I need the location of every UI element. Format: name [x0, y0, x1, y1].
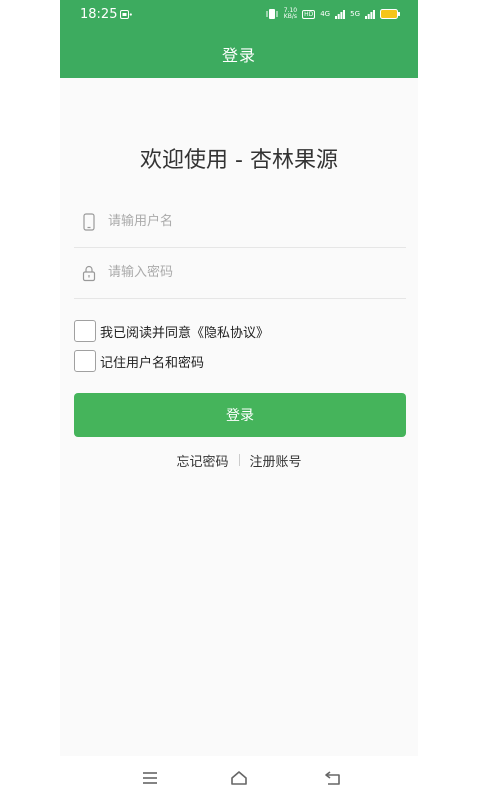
app-screen: 18:25 7.10 KB/s HD 4G 5G 登录 欢迎使用 - 杏林果源 …: [60, 0, 418, 800]
remember-checkbox[interactable]: [74, 350, 96, 372]
remember-checkbox-label[interactable]: 记住用户名和密码: [100, 352, 204, 371]
network-speed: 7.10 KB/s: [284, 8, 297, 20]
network-5g-label: 5G: [350, 10, 360, 18]
login-button[interactable]: 登录: [74, 393, 406, 437]
password-field: [74, 248, 406, 299]
vibrate-icon: [266, 9, 278, 19]
page-title: 登录: [221, 46, 256, 65]
notification-icon: [120, 10, 132, 19]
signal-icon-2: [365, 10, 375, 19]
status-bar: 18:25 7.10 KB/s HD 4G 5G: [60, 0, 418, 30]
signal-icon: [335, 10, 346, 19]
username-input[interactable]: [108, 209, 388, 233]
status-icons: 7.10 KB/s HD 4G 5G: [265, 7, 400, 21]
forgot-password-link[interactable]: 忘记密码: [176, 451, 228, 470]
system-nav-bar: [60, 756, 418, 800]
phone-icon: [83, 213, 95, 231]
privacy-agreement-row: 我已阅读并同意《隐私协议》: [74, 319, 269, 343]
remember-me-row: 记住用户名和密码: [74, 349, 204, 373]
username-field: [74, 197, 406, 248]
hd-badge: HD: [302, 9, 316, 19]
back-icon[interactable]: [324, 770, 342, 786]
battery-icon: [380, 9, 400, 19]
privacy-checkbox[interactable]: [74, 320, 96, 342]
menu-icon[interactable]: [141, 770, 159, 786]
status-time: 18:25: [80, 7, 118, 22]
auth-links: 忘记密码 注册账号: [60, 451, 418, 470]
app-header: 18:25 7.10 KB/s HD 4G 5G 登录: [60, 0, 418, 78]
link-divider: [238, 454, 240, 466]
home-icon[interactable]: [230, 770, 248, 786]
network-4g-label: 4G: [320, 10, 331, 18]
password-input[interactable]: [108, 260, 388, 284]
register-link[interactable]: 注册账号: [250, 451, 302, 470]
lock-icon: [82, 265, 96, 282]
network-speed-unit: KB/s: [283, 13, 297, 20]
welcome-title: 欢迎使用 - 杏林果源: [140, 148, 338, 173]
privacy-checkbox-label[interactable]: 我已阅读并同意《隐私协议》: [100, 322, 269, 341]
